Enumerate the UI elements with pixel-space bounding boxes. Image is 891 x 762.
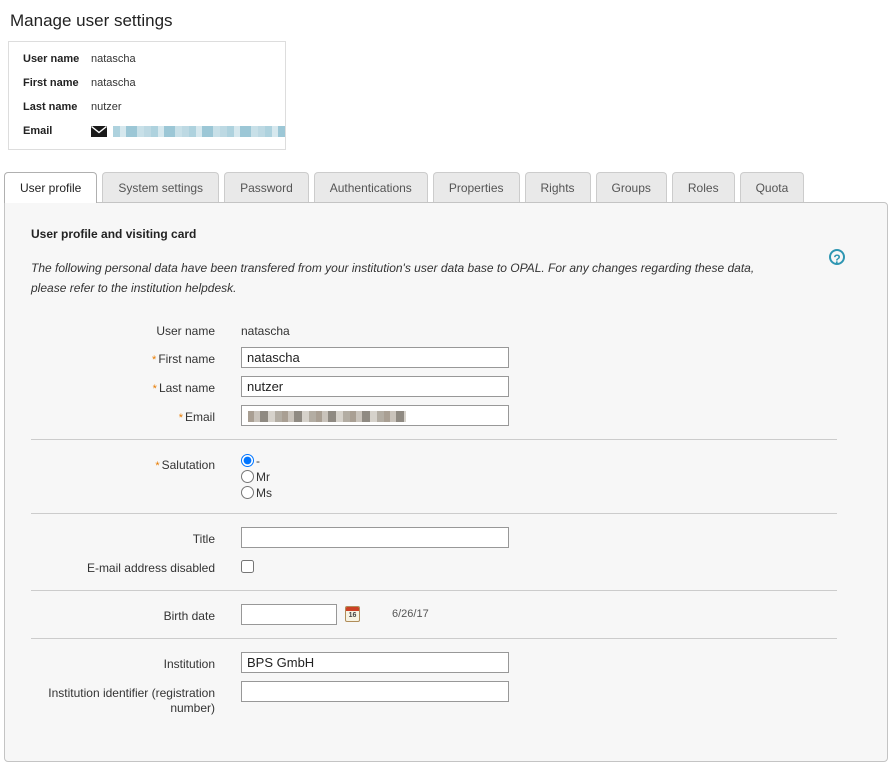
required-marker: * [179, 412, 183, 424]
form-row-email-disabled: E-mail address disabled [29, 556, 863, 577]
tab-system-settings[interactable]: System settings [102, 172, 219, 202]
tab-rights[interactable]: Rights [525, 172, 591, 202]
title-input[interactable] [241, 527, 509, 548]
last-name-label: Last name [159, 381, 215, 395]
email-disabled-label: E-mail address disabled [29, 556, 215, 577]
divider [31, 439, 837, 440]
page-title: Manage user settings [10, 11, 891, 31]
tab-roles[interactable]: Roles [672, 172, 735, 202]
envelope-icon [91, 126, 107, 137]
user-profile-panel: ? User profile and visiting card The fol… [4, 202, 888, 762]
calendar-icon-day: 16 [346, 611, 359, 621]
salutation-radio[interactable] [241, 470, 254, 483]
redacted-email-value [113, 126, 285, 137]
summary-label: User name [23, 53, 91, 65]
redacted-email-input-value [248, 411, 406, 422]
form-row-last-name: *Last name [29, 376, 863, 397]
salutation-option[interactable]: Mr [241, 469, 272, 484]
tab-authentications[interactable]: Authentications [314, 172, 428, 202]
tab-user-profile[interactable]: User profile [4, 172, 97, 203]
required-marker: * [155, 460, 159, 472]
salutation-option[interactable]: Ms [241, 485, 272, 500]
title-label: Title [29, 527, 215, 548]
tab-bar: User profile System settings Password Au… [4, 172, 891, 202]
salutation-option-label: Ms [256, 486, 272, 500]
salutation-radio-group: - Mr Ms [241, 453, 272, 500]
tab-quota[interactable]: Quota [740, 172, 805, 202]
summary-value: natascha [91, 53, 136, 65]
user-summary-box: User name natascha First name natascha L… [8, 41, 286, 150]
required-marker: * [152, 354, 156, 366]
birth-date-input[interactable] [241, 604, 337, 625]
first-name-label: First name [158, 352, 215, 366]
form-row-user-name: User name natascha [29, 319, 863, 340]
tab-password[interactable]: Password [224, 172, 309, 202]
email-disabled-checkbox[interactable] [241, 560, 254, 573]
salutation-label: Salutation [162, 458, 215, 472]
institution-id-label: Institution identifier (registration num… [29, 681, 215, 717]
form-row-email: *Email [29, 405, 863, 426]
form-row-institution-id: Institution identifier (registration num… [29, 681, 863, 717]
summary-row: Last name nutzer [9, 95, 285, 119]
summary-label: Last name [23, 101, 91, 113]
institution-input[interactable] [241, 652, 509, 673]
form-row-first-name: *First name [29, 347, 863, 368]
divider [31, 590, 837, 591]
form-row-title: Title [29, 527, 863, 548]
summary-value: natascha [91, 77, 136, 89]
form-row-institution: Institution [29, 652, 863, 673]
summary-label: Email [23, 125, 91, 137]
panel-description: The following personal data have been tr… [31, 259, 783, 299]
help-icon[interactable]: ? [829, 249, 845, 265]
summary-value: nutzer [91, 101, 122, 113]
form-row-salutation: *Salutation - Mr Ms [29, 453, 863, 500]
salutation-radio[interactable] [241, 486, 254, 499]
form-row-birth-date: Birth date 16 6/26/17 [29, 604, 863, 625]
panel-heading: User profile and visiting card [31, 227, 863, 241]
salutation-option-label: - [256, 454, 260, 468]
user-name-value: natascha [241, 319, 290, 338]
last-name-input[interactable] [241, 376, 509, 397]
email-label: Email [185, 410, 215, 424]
user-name-label: User name [29, 319, 215, 340]
divider [31, 638, 837, 639]
salutation-option[interactable]: - [241, 453, 272, 468]
summary-row: First name natascha [9, 71, 285, 95]
summary-label: First name [23, 77, 91, 89]
salutation-radio[interactable] [241, 454, 254, 467]
tab-groups[interactable]: Groups [596, 172, 667, 202]
summary-row: User name natascha [9, 47, 285, 71]
salutation-option-label: Mr [256, 470, 270, 484]
email-input[interactable] [241, 405, 509, 426]
summary-row: Email [9, 119, 285, 143]
tab-properties[interactable]: Properties [433, 172, 520, 202]
birth-date-label: Birth date [29, 604, 215, 625]
birth-date-format-hint: 6/26/17 [392, 608, 429, 620]
calendar-icon[interactable]: 16 [345, 606, 360, 622]
institution-id-input[interactable] [241, 681, 509, 702]
institution-label: Institution [29, 652, 215, 673]
required-marker: * [153, 383, 157, 395]
first-name-input[interactable] [241, 347, 509, 368]
divider [31, 513, 837, 514]
